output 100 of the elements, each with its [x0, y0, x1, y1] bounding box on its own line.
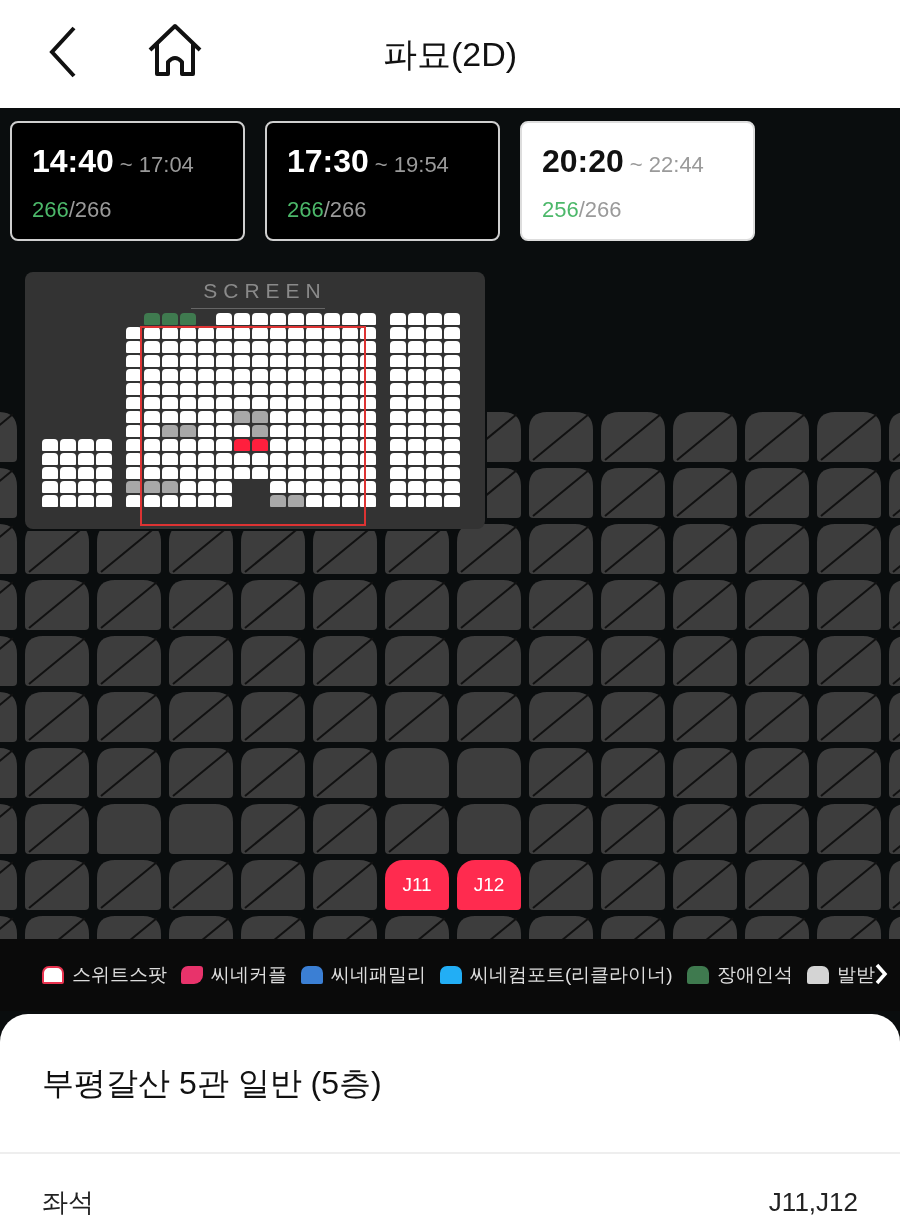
seat[interactable]	[745, 860, 809, 910]
seat[interactable]	[169, 531, 233, 574]
seat[interactable]: J12	[457, 860, 521, 910]
seat[interactable]	[817, 412, 881, 462]
seat[interactable]	[817, 804, 881, 854]
seat[interactable]	[313, 531, 377, 574]
seat[interactable]	[673, 748, 737, 798]
legend-label: 발받	[836, 962, 875, 987]
legend-label: 장애인석	[716, 962, 793, 987]
seat[interactable]	[601, 636, 665, 686]
seat[interactable]	[601, 692, 665, 742]
seat[interactable]	[457, 580, 521, 630]
seat[interactable]	[241, 636, 305, 686]
seat[interactable]	[529, 692, 593, 742]
seat[interactable]	[601, 860, 665, 910]
seat[interactable]	[169, 636, 233, 686]
seat[interactable]	[313, 748, 377, 798]
seat[interactable]	[97, 860, 161, 910]
seat[interactable]	[25, 580, 89, 630]
seat[interactable]	[313, 636, 377, 686]
seat[interactable]	[169, 748, 233, 798]
seat[interactable]	[529, 860, 593, 910]
seat[interactable]	[529, 804, 593, 854]
summary-value: J11,J12	[768, 1188, 858, 1216]
seat[interactable]	[241, 531, 305, 574]
seat[interactable]	[601, 804, 665, 854]
seat[interactable]	[457, 692, 521, 742]
seat[interactable]	[817, 468, 881, 518]
seat[interactable]	[673, 860, 737, 910]
seat[interactable]	[745, 804, 809, 854]
seat[interactable]	[529, 636, 593, 686]
chevron-right-icon[interactable]	[874, 963, 888, 985]
seat[interactable]	[169, 580, 233, 630]
seat[interactable]	[673, 412, 737, 462]
seat[interactable]	[25, 860, 89, 910]
seat[interactable]	[817, 748, 881, 798]
seat[interactable]	[241, 580, 305, 630]
seat[interactable]	[673, 804, 737, 854]
seat[interactable]	[25, 804, 89, 854]
seat[interactable]	[745, 468, 809, 518]
seat[interactable]	[241, 860, 305, 910]
seat[interactable]	[97, 692, 161, 742]
seat[interactable]	[457, 636, 521, 686]
seat[interactable]	[601, 524, 665, 574]
seat[interactable]	[385, 804, 449, 854]
seat[interactable]	[673, 580, 737, 630]
seat[interactable]	[385, 531, 449, 574]
home-icon[interactable]	[146, 22, 204, 78]
seat[interactable]	[487, 412, 521, 462]
seat[interactable]	[313, 580, 377, 630]
seat[interactable]	[385, 692, 449, 742]
seat[interactable]	[745, 748, 809, 798]
showtime-card[interactable]: 17:30 ~ 19:54 266/266	[265, 121, 500, 241]
seat[interactable]	[487, 468, 521, 518]
seat[interactable]	[97, 580, 161, 630]
seat[interactable]	[313, 860, 377, 910]
seat[interactable]	[745, 524, 809, 574]
seat[interactable]	[817, 860, 881, 910]
seat[interactable]	[745, 580, 809, 630]
seat[interactable]	[241, 692, 305, 742]
seat[interactable]	[601, 580, 665, 630]
seat[interactable]	[169, 692, 233, 742]
seat[interactable]	[745, 692, 809, 742]
showtime-card[interactable]: 14:40 ~ 17:04 266/266	[10, 121, 245, 241]
seat[interactable]	[385, 636, 449, 686]
start-time: 20:20	[542, 141, 624, 181]
seat[interactable]	[529, 580, 593, 630]
seat[interactable]	[673, 636, 737, 686]
seat[interactable]	[529, 412, 593, 462]
seat[interactable]	[25, 692, 89, 742]
seat[interactable]	[241, 804, 305, 854]
seat[interactable]	[313, 804, 377, 854]
seat[interactable]	[169, 860, 233, 910]
seat[interactable]	[817, 580, 881, 630]
seat[interactable]	[745, 412, 809, 462]
seat[interactable]	[529, 524, 593, 574]
seat[interactable]	[97, 636, 161, 686]
seat[interactable]	[529, 468, 593, 518]
seat[interactable]	[97, 531, 161, 574]
seat[interactable]	[457, 524, 521, 574]
seat[interactable]	[25, 636, 89, 686]
seat[interactable]	[25, 531, 89, 574]
showtime-card[interactable]: 20:20 ~ 22:44 256/266	[520, 121, 755, 241]
seat[interactable]	[601, 468, 665, 518]
seat[interactable]	[601, 412, 665, 462]
seat[interactable]	[673, 524, 737, 574]
seat[interactable]	[25, 748, 89, 798]
seat[interactable]	[745, 636, 809, 686]
seat[interactable]	[97, 748, 161, 798]
seat[interactable]	[817, 524, 881, 574]
seat[interactable]	[529, 748, 593, 798]
seat[interactable]	[601, 748, 665, 798]
seat[interactable]	[241, 748, 305, 798]
seat[interactable]	[817, 636, 881, 686]
seat[interactable]	[673, 468, 737, 518]
seat[interactable]	[817, 692, 881, 742]
seat[interactable]	[313, 692, 377, 742]
seat[interactable]: J11	[385, 860, 449, 910]
seat[interactable]	[673, 692, 737, 742]
seat[interactable]	[385, 580, 449, 630]
